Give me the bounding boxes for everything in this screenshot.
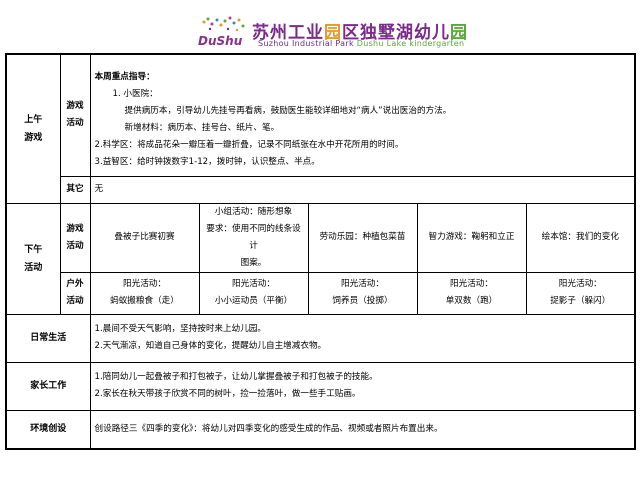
morning-game-label: 游戏 活动 xyxy=(59,53,91,177)
morning-section-label: 上午 游戏 xyxy=(5,53,61,204)
section-label-line: 下午 xyxy=(24,244,43,255)
other-value: 无 xyxy=(94,184,104,194)
activity-line: 劳动乐园：种植包菜苗 xyxy=(319,232,406,242)
sub-label-line: 活动 xyxy=(66,240,84,251)
daily-life-line: 2.天气渐凉，知道自己身体的变化，提醒幼儿自主增减衣物。 xyxy=(94,341,327,351)
parents-label: 家长工作 xyxy=(5,361,91,411)
section-label-line: 游戏 xyxy=(24,132,43,143)
guidance-line: 新增材料：病历本、挂号台、纸片、笔。 xyxy=(124,123,280,133)
activity-line: 小组活动：随形想象 xyxy=(214,206,293,217)
sub-label-line: 游戏 xyxy=(66,223,84,234)
environment-content: 创设路径三《四季的变化》：将幼儿对四季变化的感受生成的作品、视频或者照片布置出来… xyxy=(89,409,636,450)
parents-content: 1.陪同幼儿一起叠被子和打包被子，让幼儿掌握叠被子和打包被子的技能。 2.家长在… xyxy=(89,361,636,411)
parents-line: 1.陪同幼儿一起叠被子和打包被子，让幼儿掌握叠被子和打包被子的技能。 xyxy=(94,372,378,382)
guidance-heading: 本周重点指导： xyxy=(94,72,155,82)
afternoon-outdoor-wed: 阳光活动： 饲养员（投掷） xyxy=(307,271,418,315)
school-name-en: Suzhou Industrial Park Dushu Lake kinder… xyxy=(258,39,464,48)
sub-label-line: 户外 xyxy=(66,279,84,289)
activity-line: 叠被子比赛初赛 xyxy=(114,232,175,242)
morning-other-content: 无 xyxy=(89,175,636,204)
activity-line: 阳光活动： xyxy=(341,279,384,289)
afternoon-section-label: 下午 活动 xyxy=(5,202,61,315)
activity-line: 要求：使用不同的线条设计 xyxy=(206,223,301,251)
morning-game-content: 本周重点指导： 1. 小医院： 提供病历本，引导幼儿先挂号再看病，鼓励医生能较详… xyxy=(89,53,636,177)
afternoon-game-row: 下午 活动 游戏 活动 叠被子比赛初赛 小组活动：随形想象 要求：使用不同的线条… xyxy=(5,202,636,315)
afternoon-game-fri: 绘本馆：我们的变化 xyxy=(525,202,636,273)
activity-line: 捉影子（躲闪） xyxy=(550,296,611,306)
sub-label-line: 活动 xyxy=(66,118,84,129)
afternoon-game-mon: 叠被子比赛初赛 xyxy=(89,202,200,273)
guidance-line: 2.科学区：将成品花朵一瓣压着一瓣折叠，记录不同纸张在水中开花所用的时间。 xyxy=(94,140,404,150)
section-label-line: 上午 xyxy=(24,114,43,125)
activity-line: 绘本馆：我们的变化 xyxy=(541,232,619,242)
afternoon-game-tue: 小组活动：随形想象 要求：使用不同的线条设计 图案。 xyxy=(198,202,309,273)
afternoon-game-thu: 智力游戏：鞠躬和立正 xyxy=(416,202,527,273)
weekly-plan-table: 上午 游戏 游戏 活动 本周重点指导： 1. 小医院： 提供病历本，引导幼儿先挂… xyxy=(5,53,637,450)
activity-line: 小小运动员（平衡） xyxy=(214,296,293,306)
school-name-en-part: Suzhou Industrial Park xyxy=(258,39,357,48)
section-label-line: 活动 xyxy=(24,262,43,273)
guidance-line: 3.益智区：给时钟拨数字1-12，拨时钟，认识整点、半点。 xyxy=(94,157,320,167)
afternoon-game-label: 游戏 活动 xyxy=(59,202,91,273)
logo-text: DuShu xyxy=(198,34,243,48)
daily-life-label: 日常生活 xyxy=(5,313,91,363)
morning-other-row: 其它 无 xyxy=(6,175,636,204)
parents-row: 家长工作 1.陪同幼儿一起叠被子和打包被子，让幼儿掌握叠被子和打包被子的技能。 … xyxy=(5,361,636,411)
activity-line: 智力游戏：鞠躬和立正 xyxy=(428,232,515,242)
environment-label: 环境创设 xyxy=(5,409,91,450)
sub-label-line: 活动 xyxy=(66,296,84,306)
guidance-line: 1. 小医院： xyxy=(112,89,158,99)
afternoon-game-wed: 劳动乐园：种植包菜苗 xyxy=(307,202,418,273)
activity-line: 阳光活动： xyxy=(232,279,275,289)
afternoon-outdoor-label: 户外 活动 xyxy=(59,271,91,315)
morning-game-row: 上午 游戏 游戏 活动 本周重点指导： 1. 小医院： 提供病历本，引导幼儿先挂… xyxy=(5,53,636,204)
activity-line: 单双数（跑） xyxy=(445,296,498,306)
environment-row: 环境创设 创设路径三《四季的变化》：将幼儿对四季变化的感受生成的作品、视频或者照… xyxy=(5,409,636,450)
activity-line: 蚂蚁搬粮食（走） xyxy=(110,296,179,306)
afternoon-outdoor-fri: 阳光活动： 捉影子（躲闪） xyxy=(525,271,636,315)
activity-line: 阳光活动： xyxy=(558,279,602,289)
activity-line: 图案。 xyxy=(240,257,267,268)
sub-label-line: 游戏 xyxy=(66,101,84,112)
school-logo: DuShu xyxy=(192,16,252,48)
environment-value: 创设路径三《四季的变化》：将幼儿对四季变化的感受生成的作品、视频或者照片布置出来… xyxy=(94,423,443,434)
page-header: DuShu 苏州工业园区独墅湖幼儿园 Suzhou Industrial Par… xyxy=(0,0,640,52)
guidance-line: 提供病历本，引导幼儿先挂号再看病，鼓励医生能较详细地对“病人”说出医治的方法。 xyxy=(124,106,452,116)
daily-life-row: 日常生活 1.晨间不受天气影响，坚持按时来上幼儿园。 2.天气渐凉，知道自己身体… xyxy=(5,313,636,363)
morning-other-label: 其它 xyxy=(59,175,91,204)
school-name-en-part: Dushu Lake kindergarten xyxy=(356,39,465,48)
afternoon-outdoor-tue: 阳光活动： 小小运动员（平衡） xyxy=(198,271,309,315)
parents-line: 2.家长在秋天带孩子欣赏不同的树叶，捡一捡落叶，做一些手工贴画。 xyxy=(94,389,361,399)
activity-line: 阳光活动： xyxy=(123,279,166,289)
activity-line: 阳光活动： xyxy=(450,279,493,289)
activity-line: 饲养员（投掷） xyxy=(332,296,393,306)
afternoon-outdoor-row: 户外 活动 阳光活动： 蚂蚁搬粮食（走） 阳光活动： 小小运动员（平衡） 阳光活… xyxy=(6,271,636,315)
daily-life-content: 1.晨间不受天气影响，坚持按时来上幼儿园。 2.天气渐凉，知道自己身体的变化，提… xyxy=(89,313,636,363)
afternoon-outdoor-mon: 阳光活动： 蚂蚁搬粮食（走） xyxy=(89,271,200,315)
daily-life-line: 1.晨间不受天气影响，坚持按时来上幼儿园。 xyxy=(94,324,266,334)
afternoon-outdoor-thu: 阳光活动： 单双数（跑） xyxy=(416,271,527,315)
